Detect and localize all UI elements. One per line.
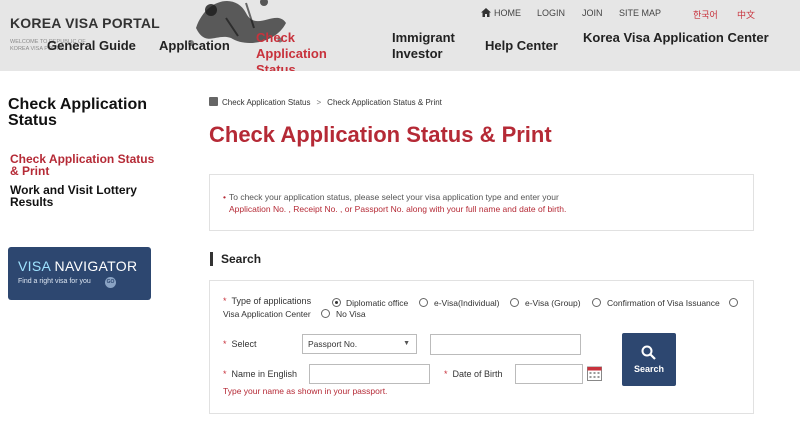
breadcrumb: Check Application Status > Check Applicati… — [209, 97, 442, 107]
id-number-input[interactable] — [430, 334, 581, 355]
radio-visa-application-center[interactable] — [729, 298, 738, 307]
calendar-icon[interactable] — [587, 365, 602, 381]
breadcrumb-item[interactable]: Check Application Status — [222, 98, 311, 107]
select-label: * Select — [223, 339, 257, 349]
name-in-english-input[interactable] — [309, 364, 430, 384]
radio-confirmation-of-visa-issuance[interactable] — [592, 298, 601, 307]
radio-label-evisa-individual[interactable]: e-Visa(Individual) — [434, 298, 500, 308]
search-icon — [641, 345, 656, 360]
nav-check-application-status[interactable]: Check Application Status — [256, 30, 366, 71]
page-title: Check Application Status & Print — [209, 122, 552, 147]
chevron-down-icon: ▼ — [403, 340, 410, 347]
notice-line-2: Application No. , Receipt No. , or Passp… — [229, 204, 567, 214]
lang-korean-link[interactable]: 한국어 — [693, 8, 718, 21]
visa-navigator-banner[interactable]: VISA NAVIGATOR Find a right visa for you… — [8, 247, 151, 300]
home-link[interactable]: HOME — [481, 8, 521, 18]
banner-title: VISA NAVIGATOR — [18, 258, 138, 274]
go-icon: GO — [105, 277, 116, 288]
login-link[interactable]: LOGIN — [537, 8, 565, 18]
breadcrumb-separator: > — [316, 98, 322, 107]
radio-label-evisa-group[interactable]: e-Visa (Group) — [525, 298, 581, 308]
id-type-select[interactable]: Passport No. ▼ — [302, 334, 417, 354]
bullet-icon: • — [223, 192, 226, 202]
date-of-birth-label: * Date of Birth — [444, 369, 503, 379]
notice-box: • To check your application status, pleas… — [209, 174, 754, 231]
radio-no-visa[interactable] — [321, 309, 330, 318]
search-button[interactable]: Search — [622, 333, 676, 386]
type-of-applications-label: * Type of applications — [223, 296, 312, 306]
nav-help-center[interactable]: Help Center — [485, 38, 558, 54]
nav-visa-application-center[interactable]: Korea Visa Application Center — [583, 30, 769, 46]
search-form: * Type of applications Diplomatic office … — [209, 280, 754, 414]
radio-label-no-visa[interactable]: No Visa — [336, 309, 366, 319]
id-type-select-value: Passport No. — [308, 339, 358, 349]
search-button-label: Search — [633, 364, 665, 374]
name-in-english-label: * Name in English — [223, 369, 298, 379]
home-icon[interactable] — [209, 97, 218, 106]
join-link[interactable]: JOIN — [582, 8, 603, 18]
date-of-birth-input[interactable] — [515, 364, 583, 384]
sidebar-title: Check Application Status — [8, 96, 147, 129]
site-header: KOREA VISA PORTAL WELCOME TO REPUBLIC OF… — [0, 0, 800, 71]
sitemap-link[interactable]: SITE MAP — [619, 8, 661, 18]
lang-chinese-link[interactable]: 中文 — [737, 8, 755, 21]
breadcrumb-current: Check Application Status & Print — [327, 98, 442, 107]
notice-line-1: • To check your application status, pleas… — [223, 192, 559, 202]
sidebar-item-lottery-results[interactable]: Work and Visit Lottery Results — [10, 184, 160, 208]
utility-nav: HOME LOGIN JOIN SITE MAP 한국어 中文 — [0, 8, 800, 20]
name-hint: Type your name as shown in your passport… — [223, 386, 388, 396]
radio-diplomatic-office[interactable] — [332, 298, 341, 307]
radio-label-confirmation-of-visa-issuance[interactable]: Confirmation of Visa Issuance — [607, 298, 720, 308]
radio-label-diplomatic-office[interactable]: Diplomatic office — [346, 298, 408, 308]
banner-subtitle: Find a right visa for you — [18, 278, 91, 285]
search-section-title: Search — [210, 252, 261, 266]
radio-evisa-group[interactable] — [510, 298, 519, 307]
sidebar-item-check-status-print[interactable]: Check Application Status & Print — [10, 153, 160, 177]
radio-evisa-individual[interactable] — [419, 298, 428, 307]
nav-general-guide[interactable]: General Guide — [47, 38, 136, 54]
home-icon — [481, 8, 491, 17]
nav-application[interactable]: Application — [159, 38, 230, 54]
radio-label-visa-application-center[interactable]: Visa Application Center — [223, 309, 311, 319]
nav-immigrant-investor[interactable]: Immigrant Investor — [392, 30, 462, 62]
